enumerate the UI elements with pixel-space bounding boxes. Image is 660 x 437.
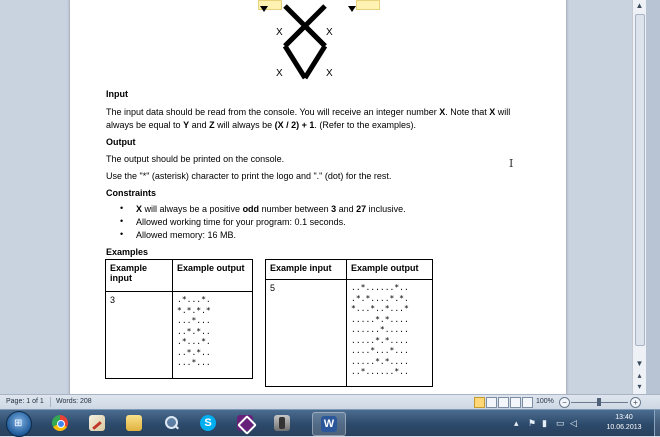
taskbar-app-paint[interactable] <box>81 412 113 434</box>
flag-icon[interactable]: ⚑ <box>528 418 536 429</box>
document-page[interactable]: X X X X Input The input data should be r… <box>70 0 566 394</box>
input-paragraph-line2: always be equal to Y and Z will always b… <box>106 120 416 130</box>
bullet-icon: • <box>120 203 124 213</box>
divider <box>50 397 51 407</box>
full-screen-view-icon[interactable] <box>486 397 497 408</box>
vertical-scrollbar[interactable]: ▲ ▼ ▴ ▾ <box>632 0 646 394</box>
text-cursor-icon: I <box>509 157 514 170</box>
scroll-thumb[interactable] <box>635 14 645 346</box>
logo-stroke <box>283 24 307 48</box>
taskbar-app-chrome[interactable] <box>44 412 76 434</box>
constraint-item: Allowed working time for your program: 0… <box>136 217 346 227</box>
tool-icon <box>274 415 290 431</box>
taskbar-app-tool[interactable] <box>266 412 298 434</box>
logo-mark: X <box>276 27 283 38</box>
table-cell-output: .*...*. *.*.*.* ...*... ..*.*.. .*...*. … <box>172 291 253 379</box>
print-layout-view-icon[interactable] <box>474 397 485 408</box>
zoom-slider-thumb[interactable] <box>597 398 601 406</box>
table-header-input: Example input <box>265 259 347 280</box>
clock-time: 13:40 <box>615 414 633 421</box>
show-desktop-button[interactable] <box>654 410 660 436</box>
visual-studio-icon <box>237 415 257 435</box>
window-edge <box>646 0 660 394</box>
draft-view-icon[interactable] <box>522 397 533 408</box>
example-table-2: Example input Example output 5 ..*......… <box>265 259 433 387</box>
windows-logo-icon: ⊞ <box>14 418 23 429</box>
taskbar-app-skype[interactable]: S <box>192 412 224 434</box>
logo-arrow-right <box>348 6 356 12</box>
table-cell-output: ..*......*.. .*.*....*.*. *...*..*...* .… <box>346 279 433 387</box>
clock-date: 10.06.2013 <box>606 424 642 431</box>
taskbar-app-magnifier[interactable] <box>155 412 187 434</box>
scroll-up-icon[interactable]: ▲ <box>633 0 646 12</box>
network-icon[interactable]: ▮ <box>542 418 547 429</box>
table-cell-input: 3 <box>105 291 173 379</box>
word-icon: W <box>321 416 337 432</box>
document-canvas: X X X X Input The input data should be r… <box>0 0 632 394</box>
folder-icon <box>126 415 142 431</box>
bullet-icon: • <box>120 216 124 226</box>
output-heading: Output <box>106 137 136 147</box>
zoom-level[interactable]: 100% <box>536 398 554 405</box>
constraints-heading: Constraints <box>106 188 157 198</box>
magnifier-icon <box>163 415 179 431</box>
chrome-icon <box>52 415 68 431</box>
table-header-output: Example output <box>346 259 433 280</box>
system-tray: ▴ ⚑ ▮ ▭ ◁ 13:40 10.06.2013 <box>508 410 660 436</box>
taskbar-app-explorer[interactable] <box>118 412 150 434</box>
x-logo-figure: X X X X <box>260 4 356 80</box>
zoom-in-button[interactable]: + <box>630 397 641 408</box>
skype-icon: S <box>200 415 216 431</box>
table-header-output: Example output <box>172 259 253 292</box>
status-bar: Page: 1 of 1 Words: 208 100% − + <box>0 394 660 409</box>
table-header-input: Example input <box>105 259 173 292</box>
word-count[interactable]: Words: 208 <box>56 398 92 405</box>
bullet-icon: • <box>120 229 124 239</box>
input-heading: Input <box>106 89 128 99</box>
page-count[interactable]: Page: 1 of 1 <box>6 398 44 405</box>
web-layout-view-icon[interactable] <box>498 397 509 408</box>
volume-icon[interactable]: ◁ <box>570 418 577 429</box>
logo-stroke <box>302 44 328 80</box>
output-paragraph-line2: Use the "*" (asterisk) character to prin… <box>106 171 392 181</box>
outline-view-icon[interactable] <box>510 397 521 408</box>
logo-mark: X <box>326 68 333 79</box>
logo-stroke <box>282 44 308 80</box>
start-button[interactable]: ⊞ <box>6 411 32 437</box>
examples-heading: Examples <box>106 247 149 257</box>
logo-stroke <box>303 24 327 48</box>
display-icon[interactable]: ▭ <box>556 418 565 429</box>
logo-mark: X <box>276 68 283 79</box>
output-paragraph-line1: The output should be printed on the cons… <box>106 154 285 164</box>
next-page-icon[interactable]: ▾ <box>633 381 646 393</box>
zoom-out-button[interactable]: − <box>559 397 570 408</box>
table-cell-input: 5 <box>265 279 347 387</box>
logo-mark: X <box>326 27 333 38</box>
taskbar-app-word[interactable]: W <box>312 412 346 436</box>
input-paragraph-line1: The input data should be read from the c… <box>106 107 511 117</box>
ascii-output: .*...*. *.*.*.* ...*... ..*.*.. .*...*. … <box>177 295 211 367</box>
clock[interactable]: 13:40 10.06.2013 <box>604 413 644 433</box>
logo-arrow-left <box>260 6 268 12</box>
scroll-down-icon[interactable]: ▼ <box>633 358 646 370</box>
constraint-item: Allowed memory: 16 MB. <box>136 230 237 240</box>
ascii-output: ..*......*.. .*.*....*.*. *...*..*...* .… <box>351 283 409 376</box>
language-icon[interactable]: ▴ <box>514 418 519 429</box>
paint-icon <box>89 415 105 431</box>
example-table-1: Example input Example output 3 .*...*. *… <box>105 259 253 379</box>
constraint-item: X will always be a positive odd number b… <box>136 204 406 214</box>
taskbar-app-visual-studio[interactable] <box>229 412 261 435</box>
taskbar: ⊞ S W ▴ ⚑ ▮ ▭ ◁ 13:40 10.06.2013 <box>0 409 660 437</box>
